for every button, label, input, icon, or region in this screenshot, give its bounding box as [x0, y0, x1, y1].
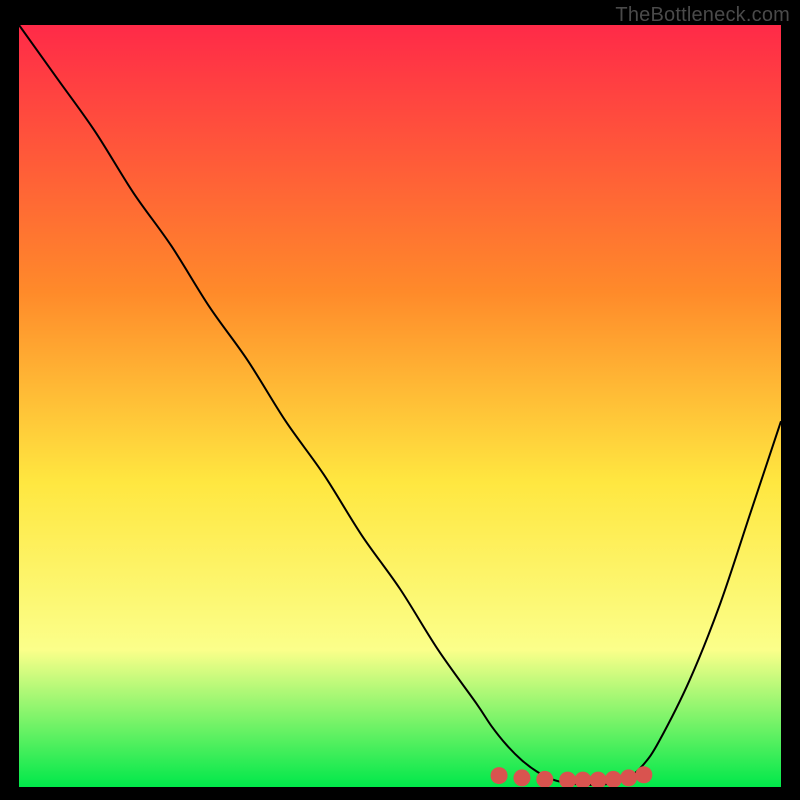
- plot-svg: [19, 25, 781, 787]
- gradient-bg: [19, 25, 781, 787]
- marker-dot: [491, 767, 508, 784]
- watermark-text: TheBottleneck.com: [615, 4, 790, 27]
- marker-dot: [635, 766, 652, 783]
- marker-dot: [513, 769, 530, 786]
- plot-area: [19, 25, 781, 787]
- chart-stage: TheBottleneck.com: [0, 0, 800, 800]
- marker-dot: [620, 769, 637, 786]
